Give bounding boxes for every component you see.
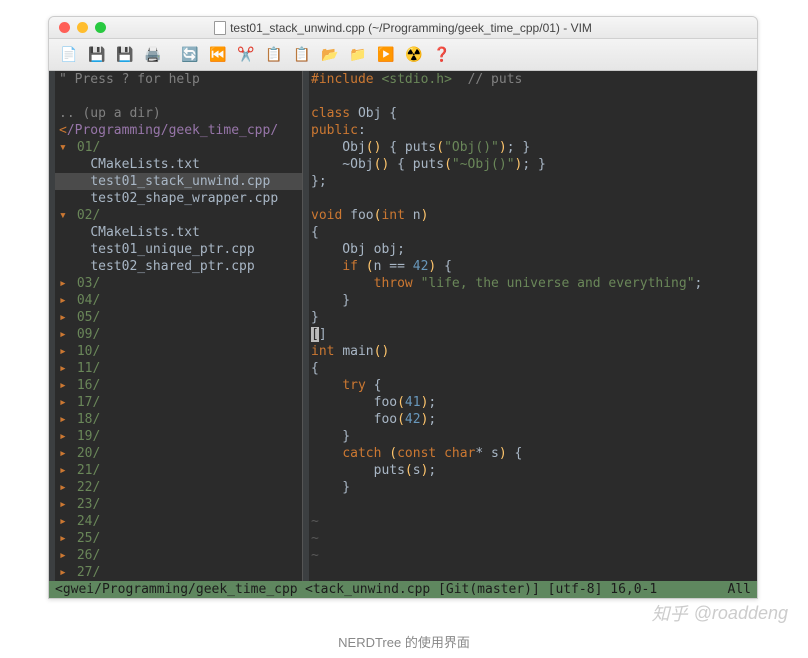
code-line[interactable]: Obj obj; (309, 241, 757, 258)
code-line[interactable] (309, 88, 757, 105)
tree-dir[interactable]: ▸ 03/ (55, 275, 302, 292)
code-line[interactable]: ~Obj() { puts("~Obj()"); } (309, 156, 757, 173)
tree-dir[interactable]: ▸ 27/ (55, 564, 302, 581)
empty-line: ~ (309, 530, 757, 547)
code-line[interactable]: throw "life, the universe and everything… (309, 275, 757, 292)
code-line[interactable]: if (n == 42) { (309, 258, 757, 275)
tree-dir[interactable]: ▸ 09/ (55, 326, 302, 343)
tree-dir[interactable]: ▸ 11/ (55, 360, 302, 377)
copy-icon[interactable]: 📋 (264, 45, 284, 65)
code-line[interactable]: foo(42); (309, 411, 757, 428)
tree-dir[interactable]: ▾ 02/ (55, 207, 302, 224)
code-line[interactable]: foo(41); (309, 394, 757, 411)
code-line[interactable] (309, 190, 757, 207)
nerdtree-pane[interactable]: " Press ? for help .. (up a dir)</Progra… (49, 71, 303, 598)
caption: NERDTree 的使用界面 (0, 632, 808, 651)
nerdtree-help: " Press ? for help (55, 71, 302, 88)
tree-dir[interactable]: ▸ 05/ (55, 309, 302, 326)
code-line[interactable]: int main() (309, 343, 757, 360)
tree-dir[interactable]: ▾ 01/ (55, 139, 302, 156)
tree-dir[interactable]: ▸ 24/ (55, 513, 302, 530)
tree-dir[interactable]: ▸ 04/ (55, 292, 302, 309)
tree-file[interactable]: test02_shared_ptr.cpp (55, 258, 302, 275)
code-line[interactable]: [] (309, 326, 757, 343)
empty-line: ~ (309, 547, 757, 564)
code-line[interactable]: puts(s); (309, 462, 757, 479)
nerdtree-updir[interactable]: .. (up a dir) (55, 105, 302, 122)
tree-dir[interactable]: ▸ 26/ (55, 547, 302, 564)
save-icon[interactable]: 💾 (87, 45, 107, 65)
code-pane[interactable]: #include <stdio.h> // puts class Obj {pu… (303, 71, 757, 598)
tree-dir[interactable]: ▸ 18/ (55, 411, 302, 428)
document-icon (214, 21, 226, 35)
tree-dir[interactable]: ▸ 25/ (55, 530, 302, 547)
folder-icon[interactable]: 📁 (348, 45, 368, 65)
code-line[interactable]: } (309, 292, 757, 309)
empty-line: ~ (309, 513, 757, 530)
toolbar: 📄 💾 💾 🖨️ 🔄 ⏮️ ✂️ 📋 📋 📂 📁 ▶️ ☢️ ❓ (49, 39, 757, 71)
run-icon[interactable]: ▶️ (376, 45, 396, 65)
nerdtree-blank (55, 88, 302, 105)
status-right: <tack_unwind.cpp [Git(master)] [utf-8] 1… (303, 581, 757, 598)
watermark: 知乎 @roaddeng (652, 600, 788, 626)
code-line[interactable]: }; (309, 173, 757, 190)
tree-dir[interactable]: ▸ 21/ (55, 462, 302, 479)
titlebar: test01_stack_unwind.cpp (~/Programming/g… (49, 17, 757, 39)
code-line[interactable]: catch (const char* s) { (309, 445, 757, 462)
code-line[interactable]: try { (309, 377, 757, 394)
tree-dir[interactable]: ▸ 22/ (55, 479, 302, 496)
tree-dir[interactable]: ▸ 16/ (55, 377, 302, 394)
tree-dir[interactable]: ▸ 20/ (55, 445, 302, 462)
code-line[interactable] (309, 496, 757, 513)
editor-area: " Press ? for help .. (up a dir)</Progra… (49, 71, 757, 598)
tree-dir[interactable]: ▸ 19/ (55, 428, 302, 445)
tree-dir[interactable]: ▸ 17/ (55, 394, 302, 411)
code-line[interactable]: { (309, 224, 757, 241)
code-line[interactable]: { (309, 360, 757, 377)
hazard-icon[interactable]: ☢️ (404, 45, 424, 65)
back-icon[interactable]: ⏮️ (208, 45, 228, 65)
status-line: <gwei/Programming/geek_time_cpp <tack_un… (49, 581, 757, 598)
refresh-icon[interactable]: 🔄 (180, 45, 200, 65)
code-line[interactable]: Obj() { puts("Obj()"); } (309, 139, 757, 156)
window-title: test01_stack_unwind.cpp (~/Programming/g… (49, 21, 757, 35)
tree-file[interactable]: test01_unique_ptr.cpp (55, 241, 302, 258)
tree-file[interactable]: CMakeLists.txt (55, 224, 302, 241)
new-icon[interactable]: 📄 (59, 45, 79, 65)
status-left: <gwei/Programming/geek_time_cpp (49, 581, 303, 598)
tree-dir[interactable]: ▸ 23/ (55, 496, 302, 513)
help-icon[interactable]: ❓ (432, 45, 452, 65)
tree-dir[interactable]: ▸ 10/ (55, 343, 302, 360)
nerdtree-root[interactable]: </Programming/geek_time_cpp/ (55, 122, 302, 139)
cut-icon[interactable]: ✂️ (236, 45, 256, 65)
tree-file[interactable]: test02_shape_wrapper.cpp (55, 190, 302, 207)
saveall-icon[interactable]: 💾 (115, 45, 135, 65)
code-line[interactable]: } (309, 479, 757, 496)
code-line[interactable]: void foo(int n) (309, 207, 757, 224)
code-line[interactable]: } (309, 428, 757, 445)
code-line[interactable]: #include <stdio.h> // puts (309, 71, 757, 88)
tree-file[interactable]: CMakeLists.txt (55, 156, 302, 173)
open-icon[interactable]: 📂 (320, 45, 340, 65)
code-line[interactable]: } (309, 309, 757, 326)
tree-file[interactable]: test01_stack_unwind.cpp (55, 173, 302, 190)
print-icon[interactable]: 🖨️ (143, 45, 163, 65)
paste-icon[interactable]: 📋 (292, 45, 312, 65)
zhihu-text: 知乎 (652, 600, 688, 626)
vim-window: test01_stack_unwind.cpp (~/Programming/g… (48, 16, 758, 599)
code-line[interactable]: public: (309, 122, 757, 139)
code-line[interactable]: class Obj { (309, 105, 757, 122)
